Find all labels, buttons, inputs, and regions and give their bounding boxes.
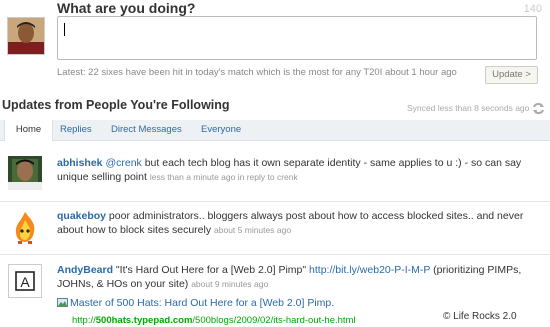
tab-home[interactable]: Home [4, 120, 53, 141]
tweet-body: AndyBeard "It's Hard Out Here for a [Web… [57, 263, 542, 291]
tweet-text: "It's Hard Out Here for a [Web 2.0] Pimp… [113, 264, 307, 276]
tweet-username[interactable]: AndyBeard [57, 264, 113, 276]
tweet-time[interactable]: about 9 minutes ago [191, 279, 268, 289]
update-button[interactable]: Update > [485, 66, 538, 84]
tweet-time[interactable]: less than a minute ago [150, 172, 236, 182]
reply-prefix: in reply to [237, 172, 275, 182]
timeline-tabs: Home Replies Direct Messages Everyone [0, 120, 550, 141]
preview-url-scheme: http:// [72, 315, 96, 326]
latest-text: 22 sixes have been hit in today's match … [88, 67, 383, 78]
preview-url-path: /500blogs/2009/02/its-hard-out-he.html [192, 315, 356, 326]
preview-url[interactable]: http://500hats.typepad.com/500blogs/2009… [72, 315, 356, 326]
status-input[interactable] [57, 16, 537, 60]
watermark: © Life Rocks 2.0 [443, 311, 517, 322]
character-counter: 140 [523, 3, 542, 15]
tweet-username[interactable]: abhishek [57, 157, 103, 169]
tweet-item: abhishek @crenk but each tech blog has i… [0, 141, 550, 202]
latest-status: Latest: 22 sixes have been hit in today'… [57, 67, 457, 78]
user-avatar[interactable] [8, 210, 42, 244]
tweet-mention[interactable]: @crenk [105, 157, 141, 169]
preview-url-domain: 500hats.typepad.com [95, 315, 193, 326]
user-avatar[interactable]: A [8, 264, 42, 298]
tweet-meta: less than a minute ago in reply to crenk [150, 172, 298, 182]
link-preview[interactable]: Master of 500 Hats: Hard Out Here for a … [57, 296, 542, 310]
reply-target[interactable]: crenk [277, 172, 298, 182]
section-title: Updates from People You're Following [2, 98, 230, 112]
tab-replies[interactable]: Replies [60, 120, 92, 140]
status-prompt: What are you doing? [57, 0, 196, 16]
tweet-body: abhishek @crenk but each tech blog has i… [57, 156, 542, 184]
refresh-icon[interactable] [532, 101, 545, 114]
tweet-link[interactable]: http://bit.ly/web20-P-I-M-P [309, 264, 430, 276]
svg-text:A: A [20, 274, 30, 290]
latest-label: Latest: [57, 67, 86, 78]
my-avatar[interactable] [7, 17, 45, 55]
tweet-body: quakeboy poor administrators.. bloggers … [57, 209, 542, 237]
image-icon [57, 297, 68, 307]
tweet-item: quakeboy poor administrators.. bloggers … [0, 202, 550, 255]
user-avatar[interactable] [8, 156, 42, 190]
text-caret [64, 23, 65, 36]
tweet-username[interactable]: quakeboy [57, 210, 106, 222]
tab-direct-messages[interactable]: Direct Messages [111, 120, 182, 140]
sync-status: Synced less than 8 seconds ago [407, 103, 530, 113]
latest-time[interactable]: about 1 hour ago [385, 67, 457, 78]
preview-title[interactable]: Master of 500 Hats: Hard Out Here for a … [70, 297, 334, 309]
tweet-time[interactable]: about 5 minutes ago [214, 225, 291, 235]
tab-everyone[interactable]: Everyone [201, 120, 241, 140]
